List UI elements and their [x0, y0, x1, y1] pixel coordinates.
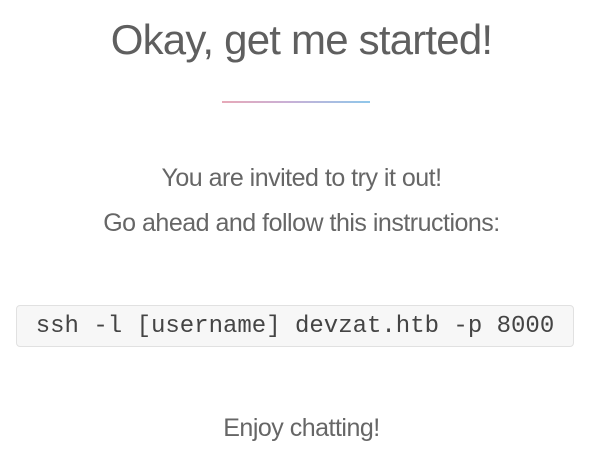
- intro-line-instructions: Go ahead and follow this instructions:: [103, 209, 500, 237]
- ssh-command-block[interactable]: ssh -l [username] devzat.htb -p 8000: [16, 305, 574, 347]
- title-divider: [222, 101, 370, 103]
- intro-text: You are invited to try it out! Go ahead …: [0, 156, 603, 246]
- page-title: Okay, get me started!: [110, 16, 493, 63]
- intro-line-invite: You are invited to try it out!: [161, 164, 442, 192]
- ssh-command-text[interactable]: ssh -l [username] devzat.htb -p 8000: [36, 313, 554, 340]
- get-started-section: Okay, get me started! You are invited to…: [0, 0, 603, 467]
- closing-message: Enjoy chatting!: [223, 414, 380, 442]
